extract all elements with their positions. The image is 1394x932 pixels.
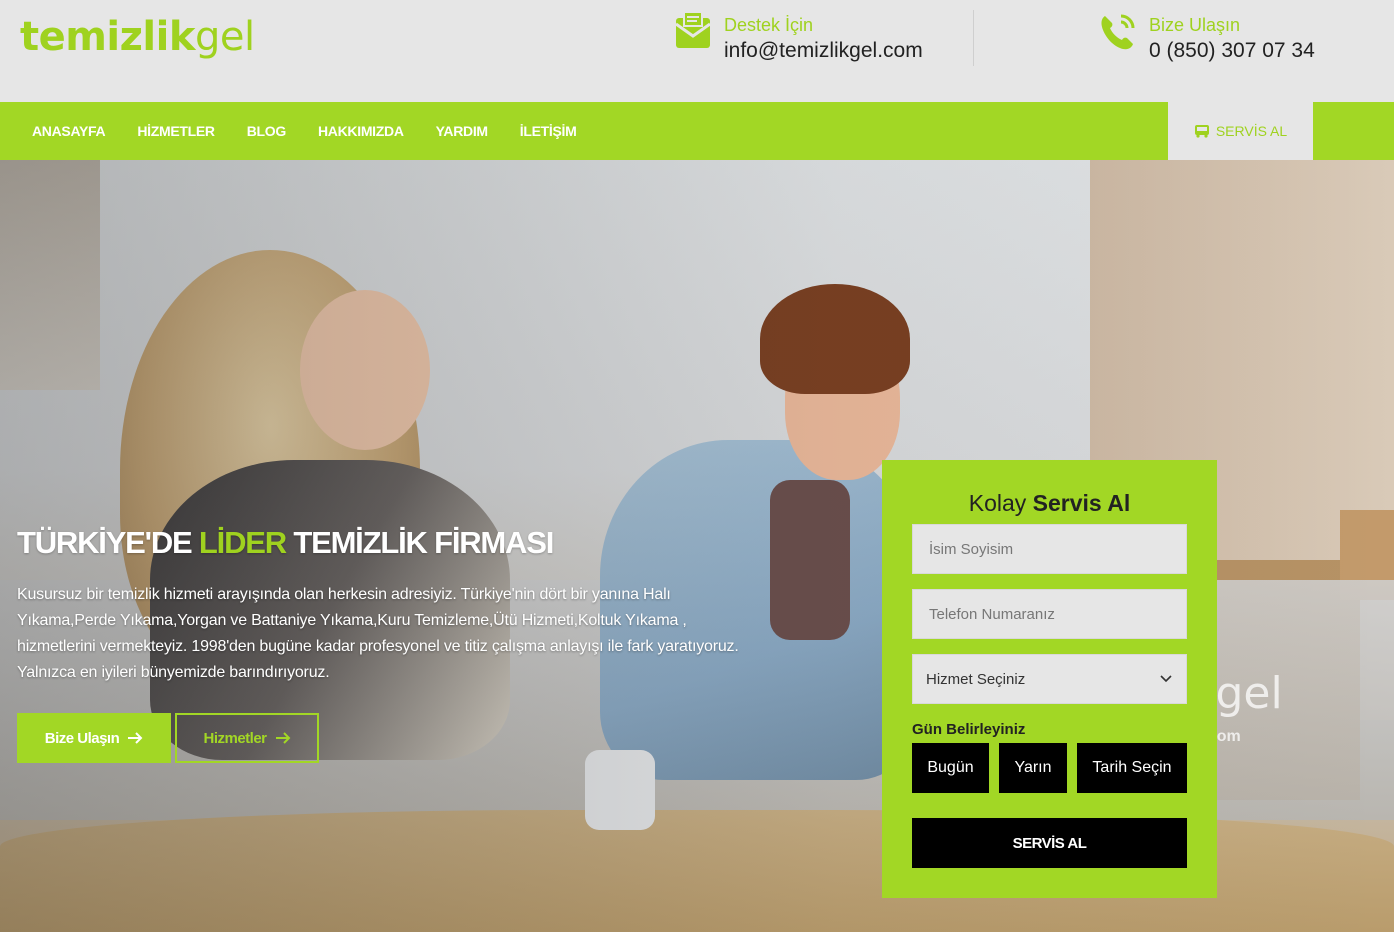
hero-title: TÜRKİYE'DE LİDER TEMİZLİK FİRMASI — [17, 525, 554, 560]
day-pick-button[interactable]: Tarih Seçin — [1077, 743, 1187, 793]
site-logo[interactable]: temizlikgel — [20, 14, 255, 60]
chevron-down-icon — [1160, 675, 1172, 683]
nav-help[interactable]: YARDIM — [436, 123, 488, 139]
phone-label: Bize Ulaşın — [1149, 15, 1241, 35]
header-divider — [973, 10, 974, 66]
arrow-right-icon — [275, 732, 290, 744]
main-nav: ANASAYFA HİZMETLER BLOG HAKKIMIZDA YARDI… — [0, 102, 1394, 160]
phone-contact: Bize Ulaşın 0 (850) 307 07 34 — [1097, 10, 1315, 62]
submit-service-button[interactable]: SERVİS AL — [912, 818, 1187, 868]
hero-description: Kusursuz bir temizlik hizmeti arayışında… — [17, 586, 739, 681]
nav-contact[interactable]: İLETİŞİM — [520, 123, 577, 139]
service-select[interactable]: Hizmet Seçiniz — [912, 654, 1187, 704]
top-header: temizlikgel Destek İçin info@temizlikgel… — [0, 0, 1394, 102]
envelope-icon — [675, 11, 711, 48]
contact-us-button[interactable]: Bize Ulaşın — [17, 713, 171, 763]
support-label: Destek İçin — [724, 15, 814, 35]
day-tomorrow-button[interactable]: Yarın — [999, 743, 1067, 793]
arrow-right-icon — [128, 732, 143, 744]
nav-about[interactable]: HAKKIMIZDA — [318, 123, 404, 139]
quick-service-form: Kolay Servis Al İsim Soyisim Telefon Num… — [882, 460, 1217, 898]
nav-blog[interactable]: BLOG — [247, 123, 287, 139]
name-input[interactable]: İsim Soyisim — [912, 524, 1187, 574]
phone-icon — [1101, 14, 1135, 50]
day-today-button[interactable]: Bugün — [912, 743, 989, 793]
phone-number[interactable]: 0 (850) 307 07 34 — [1149, 40, 1315, 62]
van-icon — [1194, 125, 1209, 138]
phone-input[interactable]: Telefon Numaranız — [912, 589, 1187, 639]
services-button[interactable]: Hizmetler — [175, 713, 319, 763]
support-contact: Destek İçin info@temizlikgel.com — [672, 10, 923, 62]
nav-services[interactable]: HİZMETLER — [137, 123, 215, 139]
nav-home[interactable]: ANASAYFA — [32, 123, 106, 139]
form-title: Kolay Servis Al — [968, 490, 1131, 516]
day-label: Gün Belirleyiniz — [912, 721, 1026, 738]
support-email[interactable]: info@temizlikgel.com — [724, 40, 923, 62]
nav-service-button[interactable]: SERVİS AL — [1168, 102, 1313, 160]
